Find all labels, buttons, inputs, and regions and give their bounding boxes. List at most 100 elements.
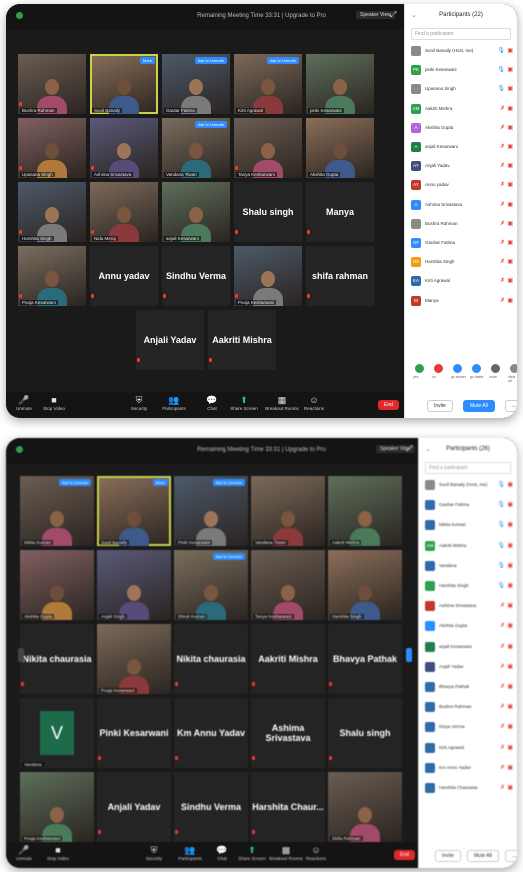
mic-on-icon[interactable]: 🎙: [497, 582, 505, 589]
more-reaction-icon[interactable]: [491, 364, 500, 373]
breakout-rooms-button[interactable]: ▦ Breakout Rooms: [264, 395, 300, 411]
mic-muted-icon[interactable]: ✗: [500, 201, 505, 208]
tile-more-button[interactable]: More: [152, 479, 168, 486]
video-tile[interactable]: Ask to Unmute Shruti Kumari: [174, 550, 248, 620]
video-tile[interactable]: Manya: [306, 182, 374, 242]
video-tile[interactable]: Ask to Unmute Kirti Agrawal: [234, 54, 302, 114]
video-tile[interactable]: Ask to Unmute Gautar Fatima: [162, 54, 230, 114]
security-shield-icon[interactable]: [16, 12, 23, 19]
participant-row[interactable]: PK pinki Kesarwani 🎙 ▣: [411, 63, 513, 78]
video-off-icon[interactable]: ▣: [507, 162, 513, 169]
mic-on-icon[interactable]: 🎙: [497, 562, 505, 569]
mic-muted-icon[interactable]: ✗: [500, 181, 505, 188]
video-tile[interactable]: Aakriti Mishra: [328, 476, 402, 546]
go-faster-icon[interactable]: [472, 364, 481, 373]
participant-row[interactable]: M Manya ✗ ▣: [411, 294, 513, 309]
video-off-icon[interactable]: ▣: [507, 643, 513, 650]
video-tile[interactable]: Ashima Srivastava: [251, 698, 325, 768]
mute-all-button[interactable]: Mute All: [463, 400, 495, 412]
ask-to-unmute-button[interactable]: Ask to Unmute: [266, 57, 299, 64]
next-page-arrow-icon[interactable]: [406, 648, 412, 662]
participant-row[interactable]: Aanjali Kesarwani ✗ ▣: [411, 140, 513, 155]
video-tile[interactable]: Anjali Yadav: [97, 772, 171, 842]
mic-muted-icon[interactable]: ✗: [500, 764, 505, 771]
participant-row[interactable]: Bhavya Pathak ✗ ▣: [425, 680, 513, 695]
video-off-icon[interactable]: ▣: [507, 521, 513, 528]
security-shield-icon[interactable]: [16, 446, 23, 453]
video-tile[interactable]: Upasana Singh: [18, 118, 86, 178]
participant-row[interactable]: AM Aakriti Mishra 🎙 ▣: [425, 539, 513, 554]
chat-button[interactable]: 💬 Chat: [194, 395, 230, 411]
video-off-icon[interactable]: ▣: [507, 105, 513, 112]
video-off-icon[interactable]: ▣: [507, 220, 513, 227]
participant-row[interactable]: Km Annu Yadav ✗ ▣: [425, 761, 513, 776]
ask-to-unmute-button[interactable]: Ask to Unmute: [194, 57, 227, 64]
end-meeting-button[interactable]: End: [394, 850, 415, 860]
share-screen-button[interactable]: ⬆ Share Screen: [234, 845, 270, 861]
mic-muted-icon[interactable]: ✗: [500, 258, 505, 265]
video-off-icon[interactable]: ▣: [507, 239, 513, 246]
participant-row[interactable]: Vandana 🎙 ▣: [425, 559, 513, 574]
previous-page-arrow-icon[interactable]: [18, 648, 24, 662]
mic-muted-icon[interactable]: ✗: [500, 277, 505, 284]
video-tile[interactable]: Akshita Gupta: [306, 118, 374, 178]
video-off-icon[interactable]: ▣: [507, 277, 513, 284]
video-off-icon[interactable]: ▣: [507, 764, 513, 771]
participant-row[interactable]: Kirti Agrawal ✗ ▣: [425, 741, 513, 756]
mute-all-button[interactable]: Mute All: [467, 850, 499, 862]
video-tile[interactable]: Harshita Singh: [18, 182, 86, 242]
mic-muted-icon[interactable]: ✗: [500, 723, 505, 730]
participant-row[interactable]: Ashima Srivastava ✗ ▣: [425, 599, 513, 614]
participant-row[interactable]: anjali Kesarwani ✗ ▣: [425, 640, 513, 655]
mic-muted-icon[interactable]: ✗: [500, 143, 505, 150]
mic-muted-icon[interactable]: ✗: [500, 105, 505, 112]
video-tile[interactable]: Ask to Unmute Pinki Kesarwani: [174, 476, 248, 546]
video-tile[interactable]: Aakriti Mishra: [208, 310, 276, 370]
mic-on-icon[interactable]: 🎙: [497, 66, 505, 73]
mic-muted-icon[interactable]: ✗: [500, 643, 505, 650]
mic-muted-icon[interactable]: ✗: [500, 124, 505, 131]
video-tile[interactable]: anjali Kesarwani: [162, 182, 230, 242]
video-tile[interactable]: Anjali Yadav: [136, 310, 204, 370]
participant-row[interactable]: Harshita Chaurasia ✗ ▣: [425, 781, 513, 796]
ask-to-unmute-button[interactable]: Ask to Unmute: [194, 121, 227, 128]
video-off-icon[interactable]: ▣: [507, 481, 513, 488]
reactions-button[interactable]: ☺ Reactions: [298, 845, 334, 861]
mic-muted-icon[interactable]: ✗: [500, 784, 505, 791]
fullscreen-icon[interactable]: ⤢: [390, 11, 396, 19]
mic-on-icon[interactable]: 🎙: [497, 47, 505, 54]
more-options-button[interactable]: ...: [505, 400, 517, 412]
ask-to-unmute-button[interactable]: Ask to Unmute: [58, 479, 91, 486]
participant-row[interactable]: KA Kirti Agrawal ✗ ▣: [411, 274, 513, 289]
participant-row[interactable]: Anjali Yadav ✗ ▣: [425, 660, 513, 675]
video-tile[interactable]: Tanya Kesharwani: [234, 118, 302, 178]
video-tile[interactable]: Nida Meraj: [90, 182, 158, 242]
video-tile[interactable]: Shalu singh: [328, 698, 402, 768]
video-tile[interactable]: Ask to Unmute Vandana Tiwari: [162, 118, 230, 178]
video-tile[interactable]: Pooja Kesharwani: [20, 772, 94, 842]
more-options-button[interactable]: ...: [505, 850, 517, 862]
reactions-button[interactable]: ☺ Reactions: [296, 395, 332, 411]
video-tile[interactable]: Sindhu Verma: [162, 246, 230, 306]
video-tile[interactable]: Harshita Chaur...: [251, 772, 325, 842]
invite-button[interactable]: Invite: [435, 850, 461, 862]
video-tile[interactable]: Harshita Singh: [328, 550, 402, 620]
participant-row[interactable]: Gauhar Fatima 🎙 ▣: [425, 498, 513, 513]
mic-muted-icon[interactable]: ✗: [500, 744, 505, 751]
participant-row[interactable]: HS Harshita Singh ✗ ▣: [411, 255, 513, 270]
video-tile[interactable]: More Sunil Banaily: [90, 54, 158, 114]
participant-row[interactable]: AM Aakriti Mishra ✗ ▣: [411, 102, 513, 117]
video-tile[interactable]: V Vandana: [20, 698, 94, 768]
mic-on-icon[interactable]: 🎙: [497, 542, 505, 549]
video-off-icon[interactable]: ▣: [507, 47, 513, 54]
video-tile[interactable]: Nikita chaurasia: [174, 624, 248, 694]
video-tile[interactable]: Sindhu Verma: [174, 772, 248, 842]
participant-row[interactable]: Harshita Singh 🎙 ▣: [425, 579, 513, 594]
participant-row[interactable]: AY Annu yadav ✗ ▣: [411, 178, 513, 193]
mic-muted-icon[interactable]: ✗: [500, 703, 505, 710]
participant-row[interactable]: Akshita Gupta ✗ ▣: [425, 619, 513, 634]
mic-muted-icon[interactable]: ✗: [500, 162, 505, 169]
share-screen-button[interactable]: ⬆ Share Screen: [226, 395, 262, 411]
video-off-icon[interactable]: ▣: [507, 663, 513, 670]
stop-video-button[interactable]: ■ Stop Video: [40, 845, 76, 861]
